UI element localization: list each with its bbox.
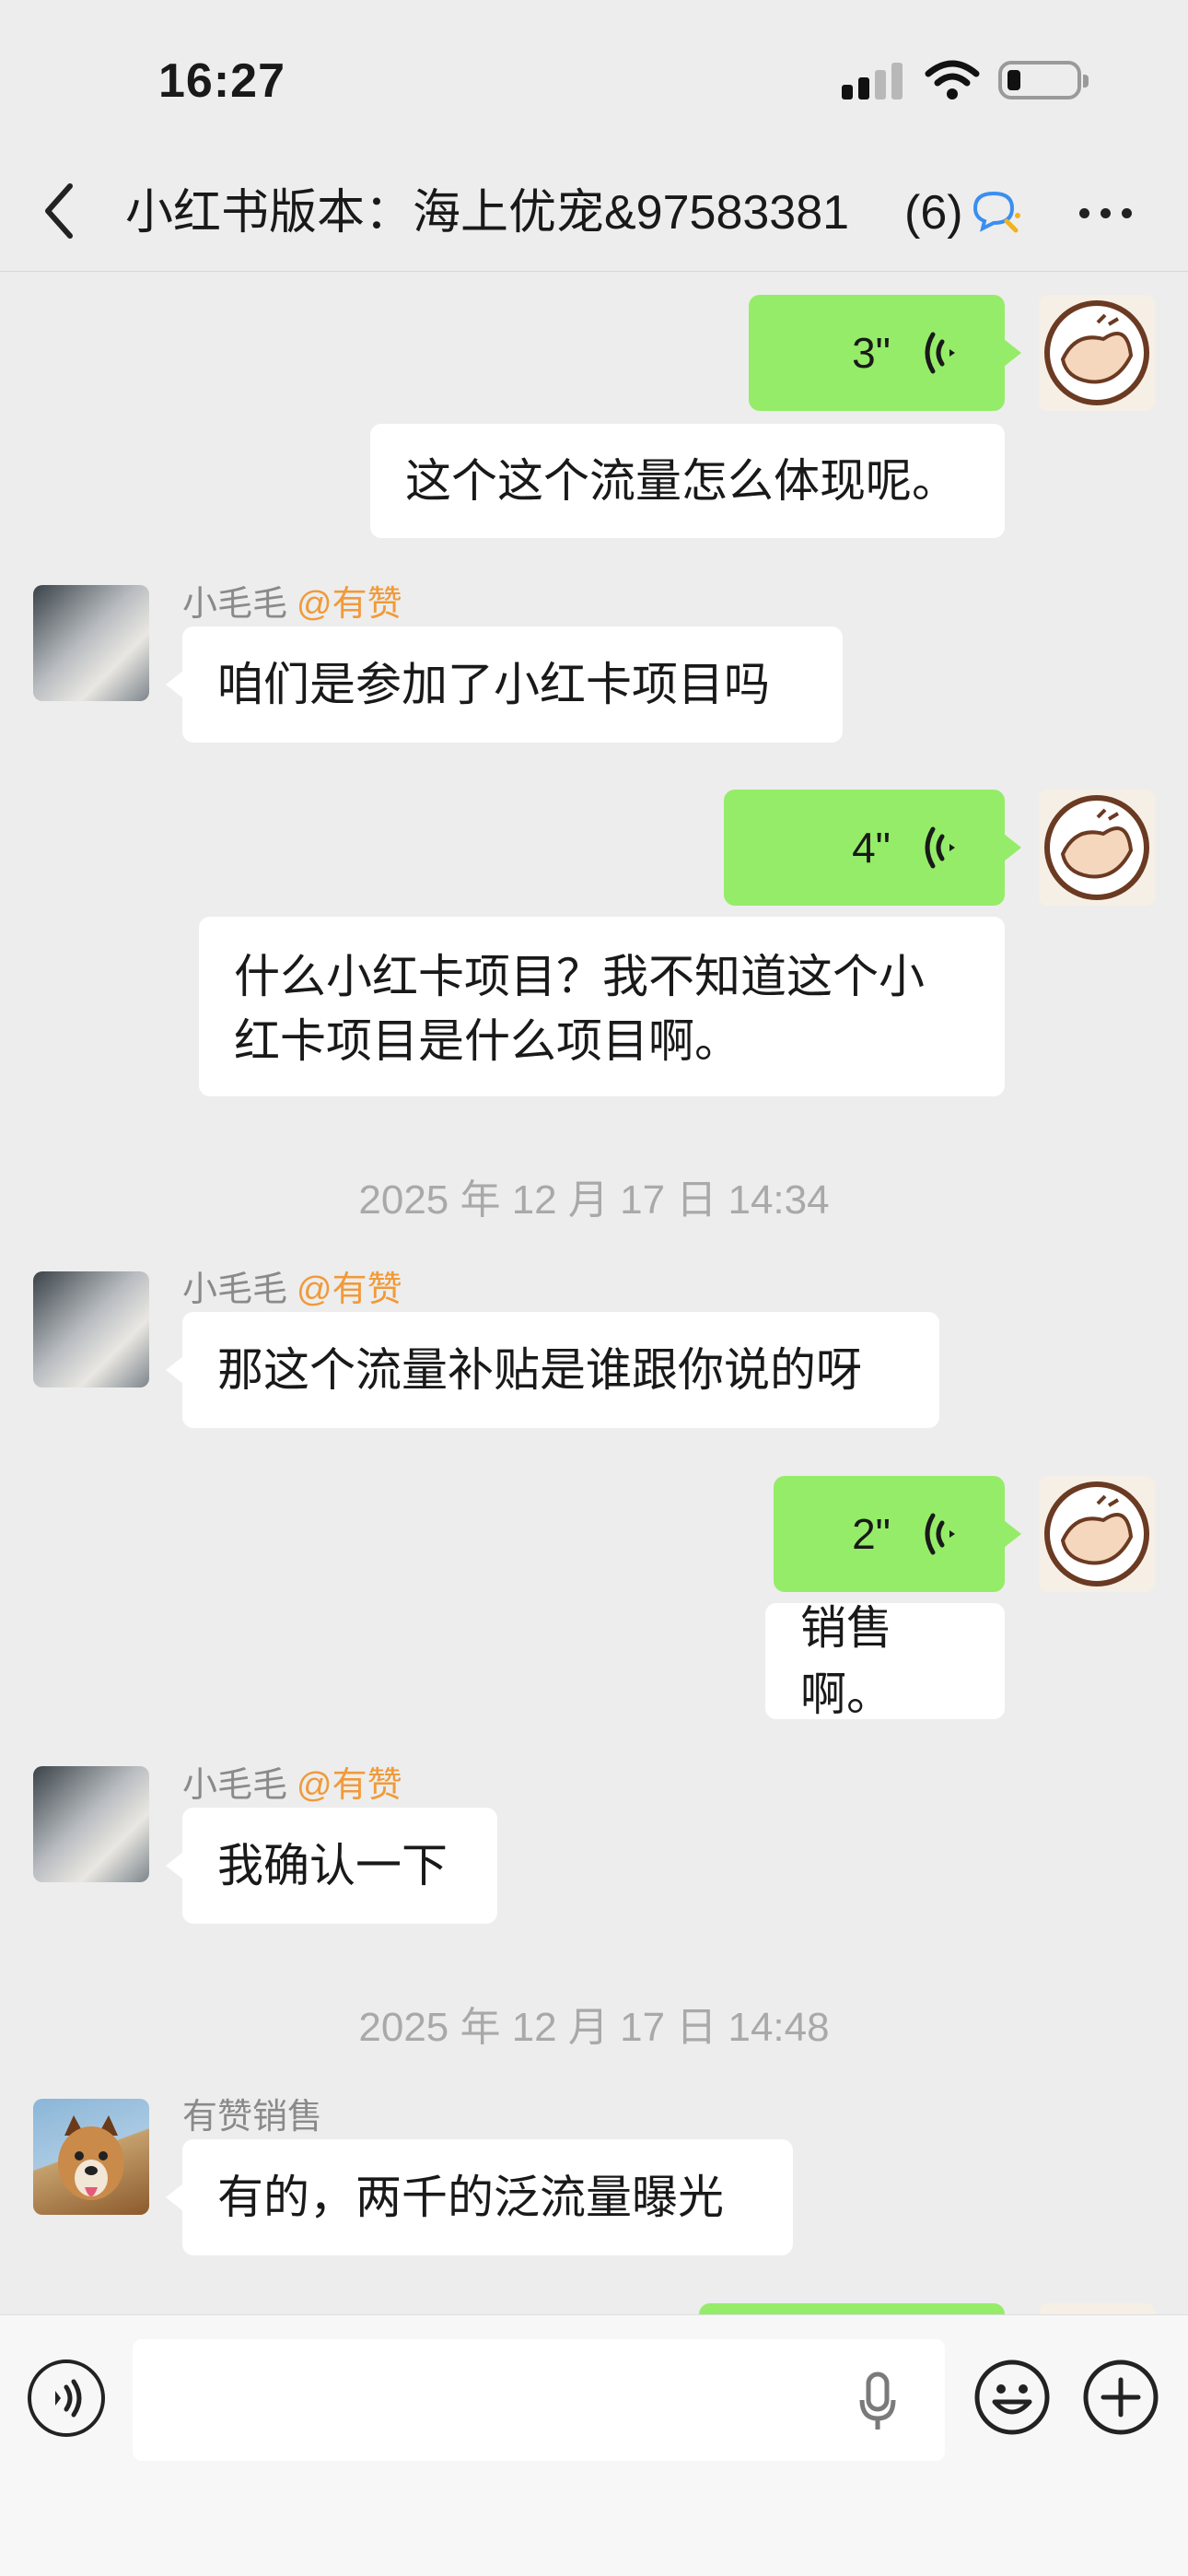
mention-tag: @有赞 [297,585,402,624]
message-text: 这个这个流量怎么体现呢。 [405,455,958,507]
back-chevron-icon[interactable] [39,179,79,243]
status-bar: 16:27 [0,0,1188,157]
timestamp: 2025 年 12 月 17 日 14:48 [358,2005,830,2050]
voice-message[interactable]: 2" [774,1476,1021,1592]
group-name: 小红书版本：海上优宠&97583381 [125,186,850,240]
plus-icon[interactable] [1081,2358,1160,2437]
message-text: 我确认一下 [217,1840,448,1891]
sender-name: 小毛毛 @有赞 [182,1766,402,1805]
battery-icon [998,61,1089,100]
chat-header: 小红书版本：海上优宠&97583381 (6) [0,157,1188,272]
dog-avatar[interactable] [33,2099,149,2215]
message-text: 销售啊。 [800,1602,892,1720]
message-bubble[interactable]: 那这个流量补贴是谁跟你说的呀 [166,1312,939,1428]
message-input[interactable] [133,2339,945,2461]
chat-bubble-icon [973,191,1020,233]
cellular-signal-icon [842,63,903,100]
message-bubble[interactable]: 什么小红卡项目？我不知道这个小 红卡项目是什么项目啊。 [199,917,1005,1096]
message-bubble[interactable]: 有的，两千的泛流量曝光 [166,2139,793,2255]
my-avatar[interactable] [1039,295,1155,411]
status-time: 16:27 [158,54,285,108]
message-text: 有的，两千的泛流量曝光 [217,2172,724,2223]
partial-my-avatar [1039,2303,1155,2314]
voice-message[interactable]: 3" [749,295,1021,411]
more-options-icon[interactable] [1077,201,1135,225]
message-text-line: 红卡项目是什么项目啊。 [234,1015,740,1067]
voice-wave-icon [925,826,955,869]
my-avatar[interactable] [1039,1476,1155,1592]
partial-voice-message[interactable] [699,2303,1005,2314]
member-count: (6) [901,181,963,245]
input-bar [0,2314,1188,2576]
timestamp: 2025 年 12 月 17 日 14:34 [358,1177,830,1223]
message-text-line: 什么小红卡项目？我不知道这个小 [234,951,925,1002]
sender-name: 小毛毛 @有赞 [182,1270,402,1309]
message-bubble[interactable]: 我确认一下 [166,1808,497,1924]
message-bubble[interactable]: 销售啊。 [765,1602,1005,1720]
wifi-icon [925,60,980,100]
voice-duration: 4" [852,824,891,872]
my-avatar[interactable] [1039,790,1155,906]
cat-avatar[interactable] [33,585,149,701]
speaker-wave-icon [55,2379,82,2418]
mention-tag: @有赞 [297,1766,402,1805]
message-bubble[interactable]: 这个这个流量怎么体现呢。 [370,424,1005,538]
voice-duration: 2" [852,1510,891,1558]
emoji-icon[interactable] [973,2358,1052,2437]
cat-avatar[interactable] [33,1271,149,1388]
voice-message[interactable]: 4" [724,790,1021,906]
microphone-icon[interactable] [859,2371,896,2433]
chat-title: 小红书版本：海上优宠&97583381 [125,181,903,245]
sender-name: 有赞销售 [182,2098,323,2137]
message-text: 咱们是参加了小红卡项目吗 [217,659,770,710]
voice-wave-icon [925,332,955,374]
voice-wave-icon [925,1513,955,1555]
cat-avatar[interactable] [33,1766,149,1882]
message-bubble[interactable]: 咱们是参加了小红卡项目吗 [166,626,843,743]
message-text: 那这个流量补贴是谁跟你说的呀 [217,1344,862,1396]
voice-mode-button[interactable] [28,2359,105,2437]
voice-duration: 3" [852,329,891,377]
mention-tag: @有赞 [297,1270,402,1309]
sender-name: 小毛毛 @有赞 [182,585,402,624]
